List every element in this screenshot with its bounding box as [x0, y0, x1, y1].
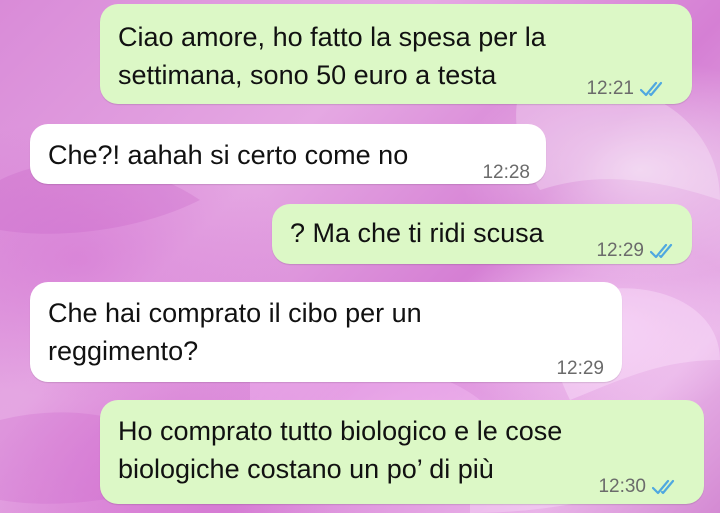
double-check-read-icon [650, 243, 673, 259]
message-meta: 12:21 [586, 70, 666, 108]
message-time: 12:28 [482, 162, 530, 183]
message-bubble-outgoing[interactable]: Ho comprato tutto biologico e le cose bi… [100, 400, 704, 504]
message-meta: 12:28 [482, 154, 530, 192]
message-text-line: Che hai comprato il cibo per un [48, 298, 422, 328]
double-check-read-icon [640, 81, 663, 97]
message-bubble-incoming[interactable]: Che hai comprato il cibo per un reggimen… [30, 282, 622, 382]
message-time: 12:30 [598, 476, 646, 497]
message-text-line: Ciao amore, ho fatto la spesa per la [118, 22, 546, 52]
message-bubble-incoming[interactable]: Che?! aahah si certo come no 12:28 [30, 124, 546, 184]
message-bubble-outgoing[interactable]: Ciao amore, ho fatto la spesa per la set… [100, 4, 692, 104]
double-check-read-icon [652, 479, 675, 495]
message-text-line: Che?! aahah si certo come no [48, 140, 409, 170]
message-time: 12:29 [556, 358, 604, 379]
message-text-line: biologiche costano un po’ di più [118, 454, 494, 484]
message-time: 12:29 [596, 240, 644, 261]
message-text-line: Ho comprato tutto biologico e le cose [118, 416, 563, 446]
message-text-line: settimana, sono 50 euro a testa [118, 60, 497, 90]
message-meta: 12:29 [556, 350, 604, 388]
message-meta: 12:30 [598, 468, 678, 506]
message-time: 12:21 [586, 78, 634, 99]
message-text-line: reggimento? [48, 336, 199, 366]
message-text-line: ? Ma che ti ridi scusa [290, 218, 544, 248]
message-bubble-outgoing[interactable]: ? Ma che ti ridi scusa 12:29 [272, 204, 692, 264]
message-meta: 12:29 [596, 232, 676, 270]
